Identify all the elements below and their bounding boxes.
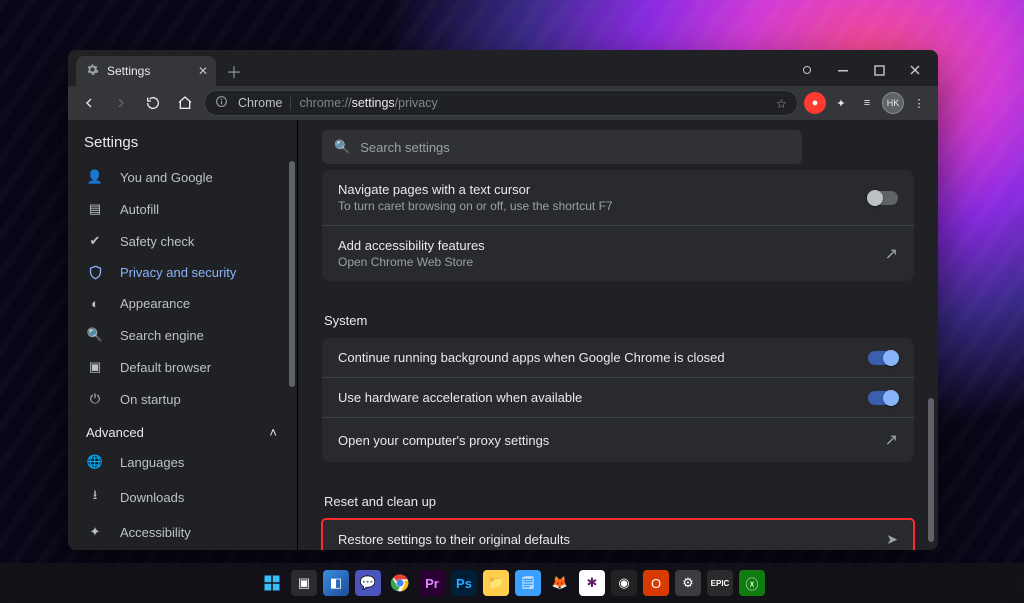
bookmark-star-icon[interactable]: ☆ <box>776 96 787 111</box>
search-placeholder: Search settings <box>360 140 450 155</box>
maximize-button[interactable] <box>862 58 896 82</box>
toggle-hardware-accel[interactable] <box>868 391 898 405</box>
chevron-right-icon: ➤ <box>886 531 898 548</box>
sidebar-item-system[interactable]: 🔧System <box>68 548 287 550</box>
reset-card: Restore settings to their original defau… <box>322 519 914 550</box>
forward-button[interactable] <box>108 90 134 116</box>
extension-area: ● ✦ ≡ HK ⋮ <box>804 92 930 114</box>
file-explorer-icon[interactable]: 📁 <box>483 570 509 596</box>
sidebar-item-appearance[interactable]: ◐Appearance <box>68 288 287 319</box>
settings-sidebar: Settings 👤You and Google ▤Autofill ✔Safe… <box>68 120 298 550</box>
new-tab-button[interactable]: ＋ <box>222 59 246 83</box>
extensions-puzzle-icon[interactable]: ✦ <box>830 92 852 114</box>
open-external-icon: ↗ <box>885 244 898 264</box>
safety-check-icon: ✔ <box>86 233 104 249</box>
sidebar-item-on-startup[interactable]: ⏻On startup <box>68 383 287 415</box>
epic-games-icon[interactable]: EPIC <box>707 570 733 596</box>
firefox-icon[interactable]: 🦊 <box>547 570 573 596</box>
toggle-background-apps[interactable] <box>868 351 898 365</box>
reading-list-icon[interactable]: ≡ <box>856 92 878 114</box>
url-chip: Chrome <box>236 96 291 110</box>
notepad-icon[interactable]: 🗒 <box>515 570 541 596</box>
sidebar-item-safety-check[interactable]: ✔Safety check <box>68 225 287 257</box>
tab-settings[interactable]: Settings ✕ <box>76 56 216 86</box>
autofill-icon: ▤ <box>86 201 104 217</box>
obs-icon[interactable]: ◉ <box>611 570 637 596</box>
start-button[interactable] <box>259 570 285 596</box>
search-icon: 🔍 <box>334 139 350 155</box>
gear-icon <box>86 63 99 79</box>
back-button[interactable] <box>76 90 102 116</box>
tab-label: Settings <box>107 64 150 78</box>
sidebar-item-default-browser[interactable]: ▣Default browser <box>68 351 287 383</box>
search-icon: 🔍 <box>86 327 104 343</box>
settings-search[interactable]: 🔍 Search settings <box>322 130 802 164</box>
toggle-caret-browsing[interactable] <box>868 191 898 205</box>
windows-settings-icon[interactable]: ⚙ <box>675 570 701 596</box>
close-tab-icon[interactable]: ✕ <box>198 64 208 78</box>
section-heading-reset: Reset and clean up <box>322 478 914 519</box>
slack-icon[interactable]: ✱ <box>579 570 605 596</box>
address-bar: Chrome chrome://settings/privacy ☆ ● ✦ ≡… <box>68 86 938 120</box>
open-external-icon: ↗ <box>885 430 898 450</box>
photoshop-icon[interactable]: Ps <box>451 570 477 596</box>
main-scrollbar[interactable] <box>928 170 934 550</box>
sidebar-item-autofill[interactable]: ▤Autofill <box>68 193 287 225</box>
settings-main: 🔍 Search settings Navigate pages with a … <box>298 120 938 550</box>
system-card: Continue running background apps when Go… <box>322 338 914 462</box>
section-heading-system: System <box>322 297 914 338</box>
url-text: chrome://settings/privacy <box>299 96 437 110</box>
chrome-window: Settings ✕ ＋ Chrome chrome://settings/pr… <box>68 50 938 550</box>
row-proxy-settings[interactable]: Open your computer's proxy settings ↗ <box>322 417 914 462</box>
titlebar: Settings ✕ ＋ <box>68 50 938 86</box>
chevron-up-icon: ˄ <box>269 425 277 440</box>
premiere-icon[interactable]: Pr <box>419 570 445 596</box>
home-button[interactable] <box>172 90 198 116</box>
download-icon: ⭳ <box>86 486 104 508</box>
globe-icon: 🌐 <box>86 454 104 470</box>
url-field[interactable]: Chrome chrome://settings/privacy ☆ <box>204 90 798 116</box>
chrome-menu-button[interactable]: ⋮ <box>908 92 930 114</box>
office-icon[interactable]: O <box>643 570 669 596</box>
widgets-icon[interactable]: ◧ <box>323 570 349 596</box>
row-add-accessibility-features[interactable]: Add accessibility features Open Chrome W… <box>322 225 914 281</box>
person-icon: 👤 <box>86 169 104 185</box>
row-restore-defaults[interactable]: Restore settings to their original defau… <box>322 519 914 550</box>
sidebar-item-privacy-security[interactable]: Privacy and security <box>68 257 287 288</box>
shield-icon <box>86 265 104 280</box>
accessibility-icon: ✦ <box>86 524 104 540</box>
sidebar-item-downloads[interactable]: ⭳Downloads <box>68 478 287 516</box>
browser-icon: ▣ <box>86 359 104 375</box>
appearance-icon: ◐ <box>86 296 104 311</box>
sidebar-item-accessibility[interactable]: ✦Accessibility <box>68 516 287 548</box>
sidebar-item-languages[interactable]: 🌐Languages <box>68 446 287 478</box>
profile-avatar[interactable]: HK <box>882 92 904 114</box>
sidebar-item-search-engine[interactable]: 🔍Search engine <box>68 319 287 351</box>
row-hardware-accel[interactable]: Use hardware acceleration when available <box>322 377 914 417</box>
power-icon: ⏻ <box>86 391 104 407</box>
sidebar-scrollbar[interactable] <box>289 161 295 550</box>
task-view-icon[interactable]: ▣ <box>291 570 317 596</box>
accessibility-card: Navigate pages with a text cursor To tur… <box>322 170 914 281</box>
sidebar-advanced-toggle[interactable]: Advanced˄ <box>68 415 297 446</box>
reload-button[interactable] <box>140 90 166 116</box>
chrome-taskbar-icon[interactable] <box>387 570 413 596</box>
xbox-icon[interactable]: ⓧ <box>739 570 765 596</box>
account-dot-icon[interactable] <box>790 58 824 82</box>
extension-adblock-icon[interactable]: ● <box>804 92 826 114</box>
row-background-apps[interactable]: Continue running background apps when Go… <box>322 338 914 377</box>
site-info-icon[interactable] <box>215 95 228 111</box>
row-caret-browsing[interactable]: Navigate pages with a text cursor To tur… <box>322 170 914 225</box>
chat-icon[interactable]: 💬 <box>355 570 381 596</box>
sidebar-title: Settings <box>68 120 297 161</box>
minimize-button[interactable] <box>826 58 860 82</box>
windows-taskbar: ▣ ◧ 💬 Pr Ps 📁 🗒 🦊 ✱ ◉ O ⚙ EPIC ⓧ <box>0 563 1024 603</box>
close-window-button[interactable] <box>898 58 932 82</box>
sidebar-item-you-and-google[interactable]: 👤You and Google <box>68 161 287 193</box>
